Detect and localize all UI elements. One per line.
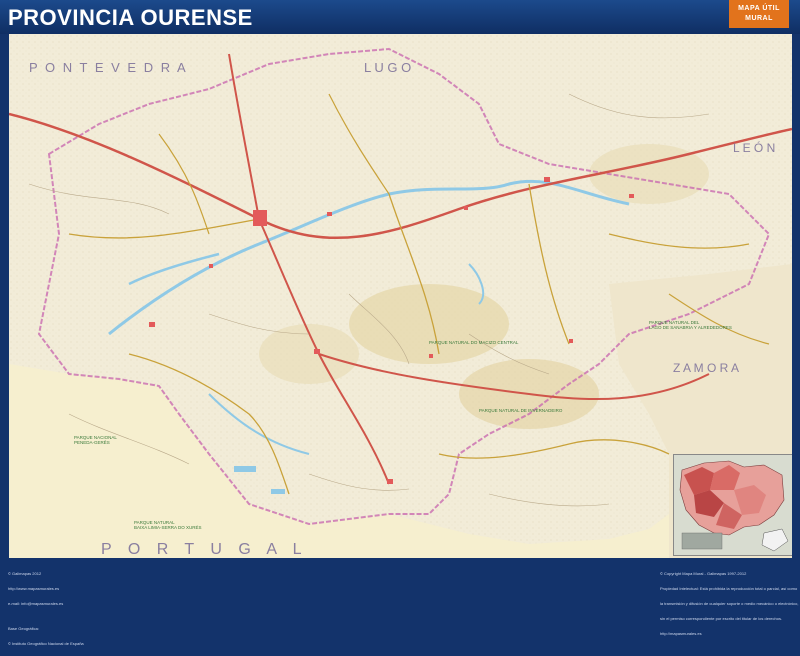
footer-right-line: Propiedad Intelectual: Está prohibida la… [660, 586, 798, 591]
footer-bar: © Galimapas 2012 http://www.mapasmurales… [0, 558, 800, 646]
brand-badge[interactable]: MAPA ÚTIL MURAL [729, 0, 789, 28]
label-lugo: L U G O [364, 60, 411, 75]
footer-right-notes: © Copyright Mapa Mural - Galimapas 1997-… [660, 561, 799, 646]
label-parque-macizo: PARQUE NATURAL DO MACIZO CENTRAL [429, 340, 519, 345]
footer-left-line: http://www.mapasmurales.es [8, 586, 60, 591]
footer-left-line: © Instituto Geográfico Nacional de Españ… [8, 641, 84, 646]
brand-badge-line-2: MURAL [745, 15, 773, 22]
brand-badge-line-1: MAPA ÚTIL [738, 5, 780, 12]
label-zamora: Z A M O R A [673, 361, 739, 375]
footer-right-line: http://mapasmurales.es [660, 631, 702, 636]
header-bar: PROVINCIA OURENSE MAPA ÚTIL MURAL [0, 0, 800, 34]
page-title: PROVINCIA OURENSE [8, 5, 253, 30]
label-leon: L E Ó N [733, 140, 775, 155]
label-portugal: P O R T U G A L [101, 541, 308, 558]
footer-right-line: sin el permiso correspondiente por escri… [660, 616, 783, 621]
footer-left-notes: © Galimapas 2012 http://www.mapasmurales… [8, 561, 84, 656]
locator-inset [673, 454, 792, 556]
footer-left-line: © Galimapas 2012 [8, 571, 42, 576]
province-map[interactable]: P O N T E V E D R A L U G O L E Ó N Z A … [9, 34, 792, 558]
footer-left-line: e-mail: info@mapasmurales.es [8, 601, 64, 606]
footer-right-line: © Copyright Mapa Mural - Galimapas 1997-… [660, 571, 747, 576]
footer-right-line: la transmisión y difusión de cualquier s… [660, 601, 799, 606]
label-parque-invernadeiro: PARQUE NATURAL DE INVERNADEIRO [479, 408, 563, 413]
footer-left-line: Base Geográfica: [8, 626, 39, 631]
label-pontevedra: P O N T E V E D R A [29, 60, 188, 75]
ourense-city [253, 210, 267, 226]
